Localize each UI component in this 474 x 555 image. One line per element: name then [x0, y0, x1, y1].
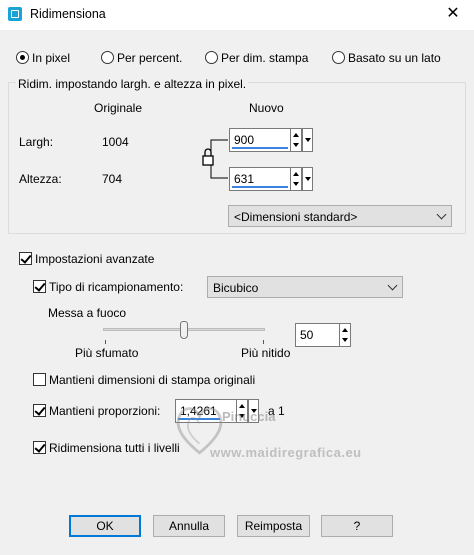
- new-width-value[interactable]: 900: [234, 133, 254, 147]
- keep-print-size-box[interactable]: [33, 373, 46, 386]
- ratio-suffix: a 1: [268, 404, 285, 418]
- advanced-settings-checkbox[interactable]: Impostazioni avanzate: [19, 252, 154, 266]
- new-height-input[interactable]: 631: [229, 167, 291, 191]
- new-header: Nuovo: [249, 101, 284, 115]
- ratio-underline: [178, 418, 220, 420]
- resample-label: Tipo di ricampionamento:: [49, 280, 184, 294]
- advanced-settings-box[interactable]: [19, 252, 32, 265]
- app-icon: [8, 7, 22, 21]
- radio-in-pixel[interactable]: In pixel: [16, 51, 70, 65]
- resample-value: Bicubico: [213, 281, 259, 295]
- width-label: Largh:: [19, 135, 54, 149]
- resample-select[interactable]: Bicubico: [207, 276, 403, 298]
- window-title: Ridimensiona: [30, 7, 106, 21]
- cancel-button[interactable]: Annulla: [153, 515, 225, 537]
- ratio-spinner[interactable]: [236, 399, 248, 423]
- keep-print-size-label: Mantieni dimensioni di stampa originali: [49, 373, 256, 387]
- keep-print-size-checkbox[interactable]: Mantieni dimensioni di stampa originali: [33, 373, 255, 387]
- sharpen-slider-thumb[interactable]: [180, 321, 188, 339]
- sharpen-label: Messa a fuoco: [48, 306, 127, 320]
- new-width-underline: [232, 147, 288, 149]
- ratio-value[interactable]: 1,4261: [180, 404, 217, 418]
- aspect-lock-bracket[interactable]: [200, 132, 230, 186]
- resize-all-layers-checkbox[interactable]: Ridimensiona tutti i livelli: [33, 441, 180, 455]
- lock-icon: [202, 148, 214, 166]
- resize-all-layers-box[interactable]: [33, 441, 46, 454]
- resize-dialog: Ridimensiona ✕ In pixel Per percent. Per…: [0, 0, 474, 555]
- height-label: Altezza:: [19, 172, 62, 186]
- radio-one-side[interactable]: Basato su un lato: [332, 51, 441, 65]
- chevron-down-icon: [387, 280, 398, 291]
- resize-all-layers-label: Ridimensiona tutti i livelli: [49, 441, 180, 455]
- new-width-dropdown[interactable]: [302, 128, 313, 152]
- radio-one-side-dot[interactable]: [332, 51, 345, 64]
- pixel-group-legend: Ridim. impostando largh. e altezza in pi…: [16, 77, 249, 91]
- reset-button[interactable]: Reimposta: [237, 515, 310, 537]
- standard-sizes-value: <Dimensioni standard>: [234, 210, 358, 224]
- close-button[interactable]: ✕: [442, 3, 464, 25]
- sharpen-min-label: Più sfumato: [75, 346, 139, 360]
- watermark-url: www.maidiregrafica.eu: [210, 445, 362, 460]
- sharpen-spinner[interactable]: [339, 323, 351, 347]
- new-width-input[interactable]: 900: [229, 128, 291, 152]
- keep-ratio-box[interactable]: [33, 404, 46, 417]
- sharpen-max-label: Più nitido: [241, 346, 291, 360]
- original-header: Originale: [94, 101, 143, 115]
- original-width: 1004: [102, 135, 129, 149]
- new-height-spinner[interactable]: [290, 167, 302, 191]
- original-height: 704: [102, 172, 123, 186]
- radio-print-size-dot[interactable]: [205, 51, 218, 64]
- slider-tick: [105, 340, 106, 344]
- resample-checkbox[interactable]: Tipo di ricampionamento:: [33, 280, 183, 294]
- new-width-spinner[interactable]: [290, 128, 302, 152]
- radio-print-size-label: Per dim. stampa: [221, 51, 309, 65]
- radio-one-side-label: Basato su un lato: [348, 51, 441, 65]
- new-height-dropdown[interactable]: [302, 167, 313, 191]
- standard-sizes-select[interactable]: <Dimensioni standard>: [228, 205, 452, 227]
- keep-ratio-label: Mantieni proporzioni:: [49, 404, 161, 418]
- radio-percent-label: Per percent.: [117, 51, 183, 65]
- radio-in-pixel-label: In pixel: [32, 51, 71, 65]
- resample-box[interactable]: [33, 280, 46, 293]
- title-bar: Ridimensiona ✕: [0, 0, 474, 30]
- chevron-down-icon: [436, 209, 447, 220]
- new-height-underline: [232, 186, 288, 188]
- radio-in-pixel-dot[interactable]: [16, 51, 29, 64]
- ratio-input[interactable]: 1,4261: [175, 399, 237, 423]
- sharpen-value[interactable]: 50: [300, 328, 313, 342]
- sharpen-value-input[interactable]: 50: [295, 323, 340, 347]
- new-height-value[interactable]: 631: [234, 172, 254, 186]
- help-button[interactable]: ?: [321, 515, 393, 537]
- keep-ratio-checkbox[interactable]: Mantieni proporzioni:: [33, 404, 160, 418]
- advanced-settings-label: Impostazioni avanzate: [35, 252, 155, 266]
- radio-percent-dot[interactable]: [101, 51, 114, 64]
- ratio-dropdown[interactable]: [248, 399, 259, 423]
- radio-percent[interactable]: Per percent.: [101, 51, 182, 65]
- radio-print-size[interactable]: Per dim. stampa: [205, 51, 308, 65]
- ok-button[interactable]: OK: [69, 515, 141, 537]
- slider-tick: [263, 340, 264, 344]
